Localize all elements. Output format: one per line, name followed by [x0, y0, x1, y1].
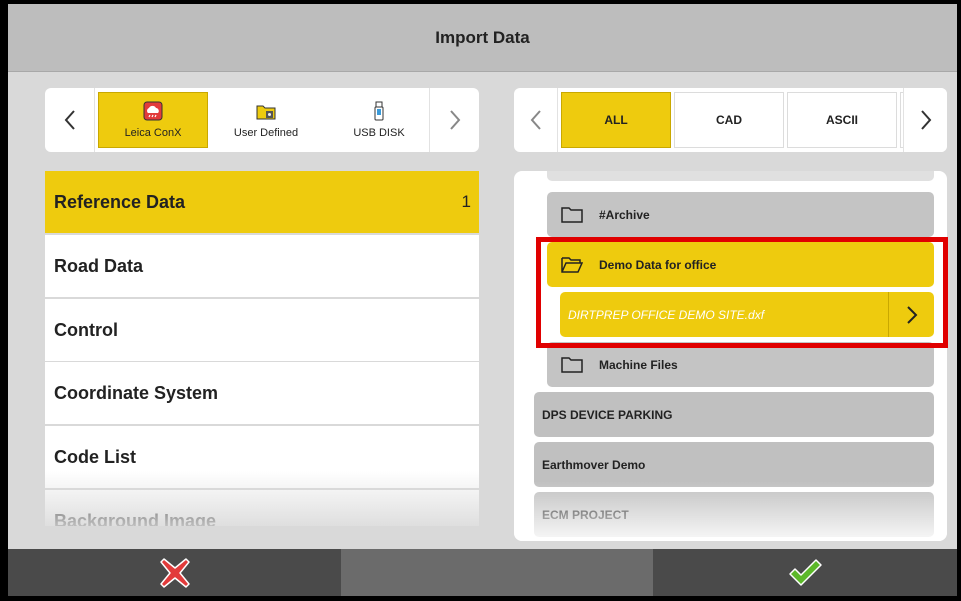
folder-machine-files[interactable]: Machine Files	[547, 342, 934, 387]
import-data-window: Import Data Leica ConX User Defined USB …	[8, 4, 957, 596]
category-count: 1	[461, 192, 471, 211]
project-dps-device-parking[interactable]: DPS DEVICE PARKING	[534, 392, 934, 437]
action-bar	[8, 549, 957, 596]
list-item-partial	[547, 171, 934, 181]
source-label: Leica ConX	[124, 127, 182, 139]
file-label: DIRTPREP OFFICE DEMO SITE.dxf	[568, 307, 765, 322]
category-label: Road Data	[54, 255, 144, 276]
chevron-left-icon	[530, 110, 541, 130]
project-earthmover-demo[interactable]: Earthmover Demo	[534, 442, 934, 487]
category-label: Reference Data	[54, 191, 186, 212]
chevron-right-icon	[449, 110, 460, 130]
project-label: Earthmover Demo	[542, 457, 646, 472]
title-bar: Import Data	[8, 4, 957, 72]
source-prev-button[interactable]	[45, 88, 95, 152]
chevron-right-icon	[920, 110, 931, 130]
file-tree: #Archive Demo Data for office DIRTPREP O…	[514, 171, 947, 541]
cloud-icon	[143, 101, 163, 121]
chevron-right-icon	[906, 305, 917, 324]
footer-spacer	[341, 549, 653, 596]
project-ecm-project[interactable]: ECM PROJECT	[534, 492, 934, 537]
file-item-dxf[interactable]: DIRTPREP OFFICE DEMO SITE.dxf	[560, 292, 934, 337]
category-label: Background Image	[54, 510, 217, 527]
source-label: USB DISK	[353, 127, 405, 139]
folder-label: Machine Files	[599, 357, 678, 372]
folder-label: #Archive	[599, 207, 650, 222]
file-open-button[interactable]	[888, 292, 934, 337]
usb-drive-icon	[369, 101, 389, 121]
source-label: User Defined	[233, 127, 299, 139]
cancel-button[interactable]	[8, 549, 341, 596]
folder-open-icon	[561, 256, 583, 274]
checkmark-icon	[789, 558, 822, 586]
confirm-button[interactable]	[653, 549, 957, 596]
filter-next-button[interactable]	[903, 88, 947, 152]
filter-cad[interactable]: CAD	[674, 92, 784, 148]
category-label: Code List	[54, 446, 137, 467]
source-usb-disk[interactable]: USB DISK	[324, 92, 434, 148]
project-label: ECM PROJECT	[542, 507, 629, 522]
folder-lock-icon	[256, 101, 276, 121]
folder-icon	[561, 206, 583, 224]
project-label: DPS DEVICE PARKING	[542, 407, 673, 422]
filter-prev-button[interactable]	[514, 88, 558, 152]
source-selector: Leica ConX User Defined USB DISK	[45, 88, 479, 152]
filter-ascii[interactable]: ASCII	[787, 92, 897, 148]
source-user-defined[interactable]: User Defined	[211, 92, 321, 148]
category-coordinate-system[interactable]: Coordinate System	[45, 362, 479, 424]
folder-archive[interactable]: #Archive	[547, 192, 934, 237]
category-code-list[interactable]: Code List	[45, 426, 479, 488]
source-leica-conx[interactable]: Leica ConX	[98, 92, 208, 148]
category-list: Reference Data 1 Road Data Control Coord…	[45, 171, 479, 526]
category-road-data[interactable]: Road Data	[45, 235, 479, 297]
folder-demo-data-for-office[interactable]: Demo Data for office	[547, 242, 934, 287]
category-label: Coordinate System	[54, 382, 219, 403]
source-next-button[interactable]	[429, 88, 479, 152]
file-type-filter: ALL CAD ASCII	[514, 88, 947, 152]
category-label: Control	[54, 319, 118, 340]
filter-all[interactable]: ALL	[561, 92, 671, 148]
folder-icon	[561, 356, 583, 374]
cancel-x-icon	[159, 557, 190, 588]
folder-label: Demo Data for office	[599, 257, 717, 272]
category-control[interactable]: Control	[45, 299, 479, 361]
category-background-image[interactable]: Background Image	[45, 490, 479, 526]
chevron-left-icon	[64, 110, 75, 130]
page-title: Import Data	[435, 27, 530, 47]
category-reference-data[interactable]: Reference Data 1	[45, 171, 479, 233]
